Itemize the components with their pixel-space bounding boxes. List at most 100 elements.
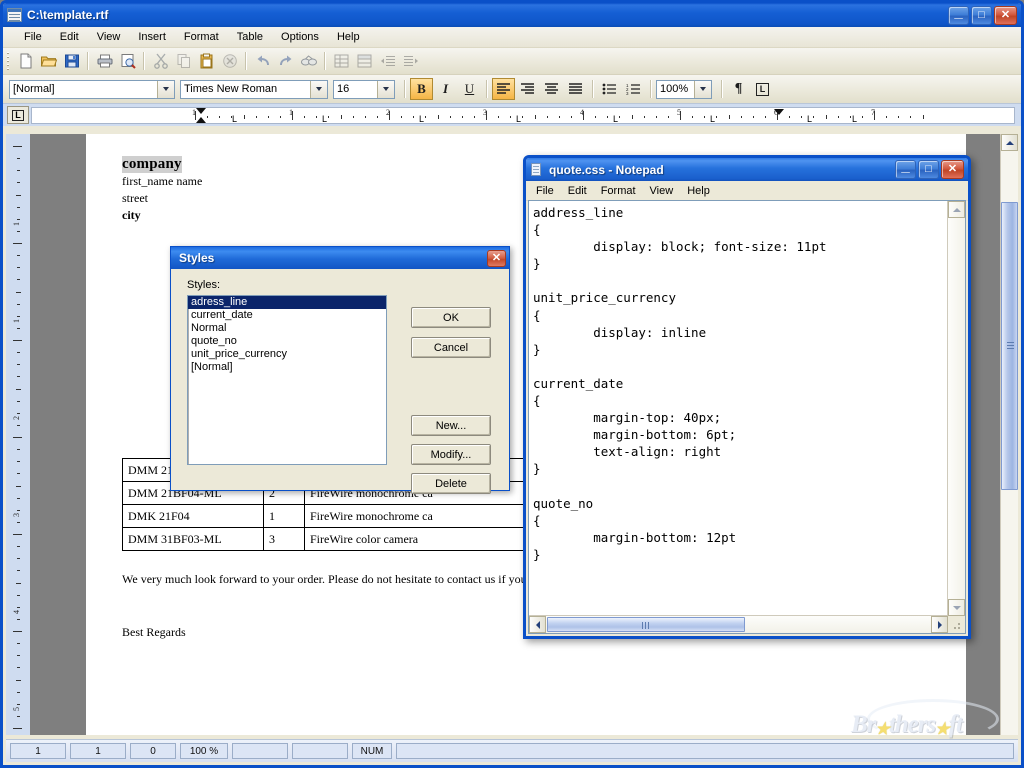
- menu-edit[interactable]: Edit: [51, 29, 88, 45]
- notepad-resize-grip[interactable]: [948, 616, 965, 633]
- bullet-list-icon[interactable]: [598, 78, 621, 100]
- horizontal-ruler[interactable]: 1 1 2 3 4 5 6 7 LLLLLLLL: [31, 107, 1015, 124]
- styles-list-item[interactable]: adress_line: [188, 296, 386, 309]
- styles-dialog-close-button[interactable]: ✕: [487, 249, 506, 267]
- delete-icon[interactable]: [218, 50, 241, 72]
- delete-button[interactable]: Delete: [411, 473, 491, 494]
- styles-list-item[interactable]: unit_price_currency: [188, 348, 386, 361]
- menu-file[interactable]: File: [15, 29, 51, 45]
- notepad-hscroll-thumb[interactable]: [547, 617, 745, 632]
- tab-stop-marker[interactable]: L: [232, 114, 237, 123]
- align-justify-icon[interactable]: [564, 78, 587, 100]
- decrease-indent-icon[interactable]: [376, 50, 399, 72]
- align-center-icon[interactable]: [540, 78, 563, 100]
- new-icon[interactable]: [14, 50, 37, 72]
- styles-list-item[interactable]: quote_no: [188, 335, 386, 348]
- paste-icon[interactable]: [195, 50, 218, 72]
- font-size-combo[interactable]: 16: [333, 79, 395, 99]
- font-combo[interactable]: Times New Roman: [180, 79, 328, 99]
- tab-stop-marker[interactable]: L: [419, 114, 424, 123]
- notepad-document-icon: [530, 162, 544, 177]
- save-icon[interactable]: [60, 50, 83, 72]
- menu-view[interactable]: View: [88, 29, 130, 45]
- tab-stop-marker[interactable]: L: [710, 114, 715, 123]
- styles-list-item[interactable]: Normal: [188, 322, 386, 335]
- new-button[interactable]: New...: [411, 415, 491, 436]
- toolbar-grip[interactable]: [5, 51, 11, 71]
- notepad-menu-view[interactable]: View: [643, 183, 681, 199]
- notepad-scroll-down-button[interactable]: [948, 599, 965, 616]
- show-marks-button[interactable]: ¶: [727, 78, 750, 100]
- italic-button[interactable]: I: [434, 78, 457, 100]
- notepad-close-button[interactable]: ✕: [941, 160, 964, 179]
- cut-icon[interactable]: [149, 50, 172, 72]
- chevron-down-icon[interactable]: [694, 80, 711, 98]
- notepad-scroll-left-button[interactable]: [529, 616, 546, 633]
- undo-icon[interactable]: [251, 50, 274, 72]
- notepad-scroll-right-button[interactable]: [931, 616, 948, 633]
- scrollbar-thumb[interactable]: [1001, 202, 1018, 490]
- underline-button[interactable]: U: [458, 78, 481, 100]
- find-icon[interactable]: [297, 50, 320, 72]
- maximize-button[interactable]: □: [971, 5, 992, 25]
- zoom-combo[interactable]: 100%: [656, 79, 712, 99]
- table-properties-icon[interactable]: [353, 50, 376, 72]
- main-titlebar[interactable]: C:\template.rtf _ □ ✕: [3, 3, 1021, 27]
- align-right-icon[interactable]: [516, 78, 539, 100]
- tab-stop-marker[interactable]: L: [322, 114, 327, 123]
- tab-stop-marker[interactable]: L: [516, 114, 521, 123]
- copy-icon[interactable]: [172, 50, 195, 72]
- notepad-horizontal-scrollbar[interactable]: [529, 615, 948, 633]
- menu-insert[interactable]: Insert: [129, 29, 175, 45]
- tab-selector-button[interactable]: L: [7, 106, 29, 124]
- notepad-menu-file[interactable]: File: [529, 183, 561, 199]
- tab-stop-marker[interactable]: L: [852, 114, 857, 123]
- menu-help[interactable]: Help: [328, 29, 369, 45]
- menu-format[interactable]: Format: [175, 29, 228, 45]
- open-icon[interactable]: [37, 50, 60, 72]
- notepad-titlebar[interactable]: quote.css - Notepad _ □ ✕: [526, 158, 968, 181]
- scroll-up-button[interactable]: [1001, 134, 1018, 151]
- styles-list-item[interactable]: [Normal]: [188, 361, 386, 374]
- table-row[interactable]: DMK 21F04 1 FireWire monochrome ca: [122, 504, 556, 528]
- numbered-list-icon[interactable]: 123: [622, 78, 645, 100]
- style-combo[interactable]: [Normal]: [9, 79, 175, 99]
- bold-button[interactable]: B: [410, 78, 433, 100]
- close-button[interactable]: ✕: [994, 5, 1017, 25]
- insert-table-icon[interactable]: [330, 50, 353, 72]
- notepad-menu-help[interactable]: Help: [680, 183, 717, 199]
- tab-stop-marker[interactable]: L: [613, 114, 618, 123]
- main-toolbar: [3, 48, 1021, 75]
- align-left-icon[interactable]: [492, 78, 515, 100]
- modify-button[interactable]: Modify...: [411, 444, 491, 465]
- tab-stop-button[interactable]: L: [751, 78, 774, 100]
- notepad-text-area[interactable]: address_line { display: block; font-size…: [533, 204, 945, 613]
- notepad-scroll-up-button[interactable]: [948, 201, 965, 218]
- tab-stop-marker[interactable]: L: [807, 114, 812, 123]
- right-indent-marker[interactable]: [774, 109, 784, 115]
- first-line-indent-marker[interactable]: [196, 108, 206, 114]
- document-vertical-scrollbar[interactable]: [1000, 134, 1018, 735]
- left-indent-marker[interactable]: [196, 117, 206, 123]
- notepad-vertical-scrollbar[interactable]: [947, 201, 965, 616]
- notepad-minimize-button[interactable]: _: [895, 159, 916, 179]
- notepad-maximize-button[interactable]: □: [918, 160, 939, 179]
- notepad-menu-format[interactable]: Format: [594, 183, 643, 199]
- notepad-menu-edit[interactable]: Edit: [561, 183, 594, 199]
- increase-indent-icon[interactable]: [399, 50, 422, 72]
- chevron-down-icon[interactable]: [157, 80, 174, 98]
- styles-list-item[interactable]: current_date: [188, 309, 386, 322]
- chevron-down-icon[interactable]: [377, 80, 394, 98]
- ok-button[interactable]: OK: [411, 307, 491, 328]
- redo-icon[interactable]: [274, 50, 297, 72]
- styles-listbox[interactable]: adress_line current_date Normal quote_no uni…: [187, 295, 387, 465]
- print-icon[interactable]: [93, 50, 116, 72]
- print-preview-icon[interactable]: [116, 50, 139, 72]
- table-row[interactable]: DMM 31BF03-ML 3 FireWire color camera: [122, 527, 556, 551]
- menu-options[interactable]: Options: [272, 29, 328, 45]
- minimize-button[interactable]: _: [948, 5, 969, 25]
- chevron-down-icon[interactable]: [310, 80, 327, 98]
- styles-dialog-titlebar[interactable]: Styles ✕: [171, 247, 509, 269]
- menu-table[interactable]: Table: [228, 29, 272, 45]
- cancel-button[interactable]: Cancel: [411, 337, 491, 358]
